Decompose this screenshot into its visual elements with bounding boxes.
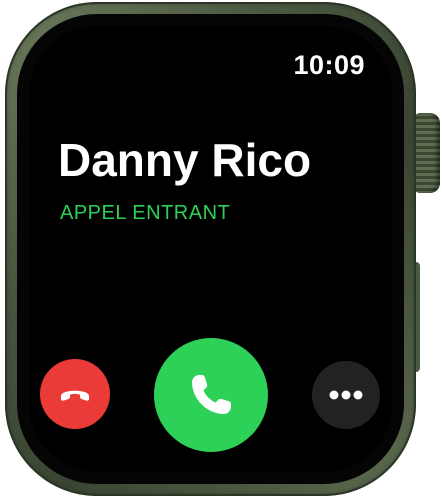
call-status-label: APPEL ENTRANT: [60, 202, 231, 224]
ellipsis-icon: [326, 389, 366, 401]
phone-icon: [183, 367, 239, 423]
status-time: 10:09: [293, 50, 365, 80]
accept-call-button[interactable]: [154, 338, 268, 452]
phone-hangup-icon: [55, 374, 95, 414]
decline-call-button[interactable]: [40, 359, 110, 429]
apple-watch: 10:09 Danny Rico APPEL ENTRANT: [0, 0, 442, 500]
digital-crown[interactable]: [414, 113, 440, 193]
more-options-button[interactable]: [312, 361, 380, 429]
caller-name: Danny Rico: [58, 134, 312, 186]
